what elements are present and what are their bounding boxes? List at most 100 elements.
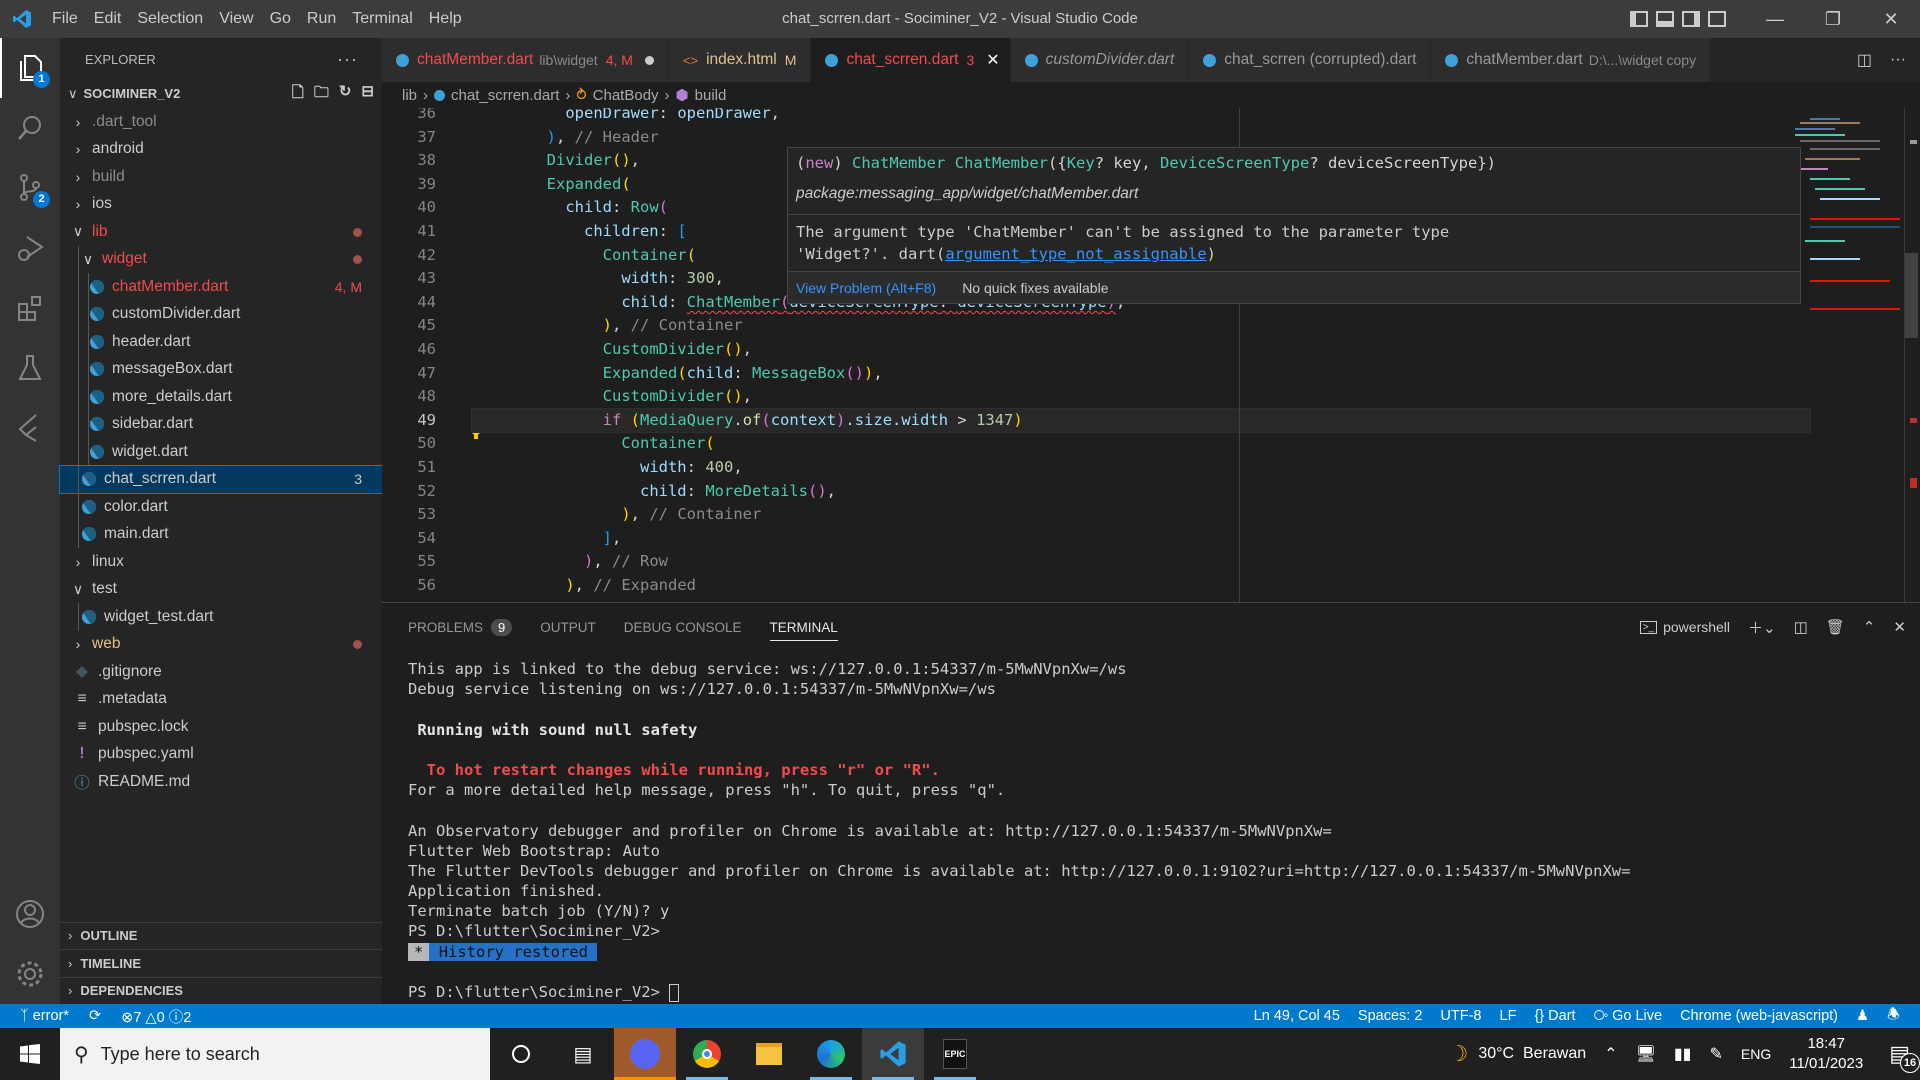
file-item[interactable]: header.dart: [60, 328, 382, 356]
breadcrumb-item[interactable]: ChatBody: [593, 87, 659, 104]
notification-center-button[interactable]: ▤ 16: [1889, 1041, 1920, 1073]
view-problem-link[interactable]: View Problem (Alt+F8): [796, 280, 936, 296]
indentation[interactable]: Spaces: 2: [1358, 1008, 1423, 1024]
new-file-icon[interactable]: 🗋: [292, 82, 304, 107]
section-dependencies[interactable]: › DEPENDENCIES: [60, 976, 382, 1005]
customize-layout-icon[interactable]: [1708, 11, 1726, 27]
taskbar-search-box[interactable]: ⚲ Type here to search: [60, 1028, 490, 1080]
editor-tab[interactable]: customDivider.dart: [1010, 38, 1190, 82]
minimize-button[interactable]: —: [1746, 0, 1804, 38]
dirty-dot-icon[interactable]: [644, 55, 654, 65]
workspace-root[interactable]: ∨ SOCIMINER_V2 🗋 🗀 ↻ ⊟: [60, 80, 382, 108]
flutter-device[interactable]: Chrome (web-javascript): [1680, 1008, 1838, 1024]
menu-selection[interactable]: Selection: [129, 0, 211, 38]
manage-button[interactable]: [0, 944, 60, 1004]
pen-icon[interactable]: ✎: [1709, 1044, 1722, 1064]
folder-item[interactable]: › .dart_tool: [60, 108, 382, 136]
menu-run[interactable]: Run: [299, 0, 344, 38]
start-button[interactable]: [0, 1028, 60, 1080]
end-of-line[interactable]: LF: [1500, 1008, 1517, 1024]
search-activity-button[interactable]: [0, 98, 60, 158]
task-view-button[interactable]: ▤: [552, 1028, 614, 1080]
breadcrumb-item[interactable]: chat_scrren.dart: [451, 87, 559, 104]
kill-terminal-icon[interactable]: 🗑: [1826, 618, 1845, 636]
source-control-activity-button[interactable]: 2: [0, 158, 60, 218]
explorer-activity-button[interactable]: 1: [0, 38, 60, 98]
battery-icon[interactable]: ▮▮: [1674, 1044, 1692, 1064]
chrome-taskbar-button[interactable]: [676, 1028, 738, 1080]
go-live-button[interactable]: ⧂ Go Live: [1594, 1008, 1663, 1024]
edge-taskbar-button[interactable]: [800, 1028, 862, 1080]
new-folder-icon[interactable]: 🗀: [314, 82, 329, 107]
folder-item[interactable]: ∨ lib: [60, 218, 382, 246]
folder-item[interactable]: › build: [60, 163, 382, 191]
folder-item[interactable]: › android: [60, 136, 382, 164]
folder-item[interactable]: › linux: [60, 548, 382, 576]
close-tab-icon[interactable]: ✕: [986, 50, 999, 70]
file-item[interactable]: ≡ pubspec.lock: [60, 713, 382, 741]
folder-item[interactable]: › web: [60, 631, 382, 659]
file-item[interactable]: widget_test.dart: [60, 603, 382, 631]
editor-scrollbar[interactable]: [1904, 108, 1918, 602]
toggle-secondary-sidebar-icon[interactable]: [1682, 11, 1700, 27]
panel-tab-terminal[interactable]: TERMINAL: [769, 603, 839, 651]
collapse-all-icon[interactable]: ⊟: [361, 82, 374, 107]
scrollbar-thumb[interactable]: [1905, 253, 1918, 338]
clock[interactable]: 18:47 11/01/2023: [1789, 1034, 1863, 1074]
editor-tab[interactable]: chat_scrren.dart 3 ✕: [811, 38, 1011, 82]
file-item[interactable]: ⓘ README.md: [60, 768, 382, 796]
refresh-icon[interactable]: ↻: [339, 82, 352, 107]
maximize-panel-icon[interactable]: ⌃: [1863, 618, 1876, 636]
new-terminal-icon[interactable]: ＋⌄: [1748, 617, 1776, 638]
file-item[interactable]: sidebar.dart: [60, 410, 382, 438]
close-panel-icon[interactable]: ✕: [1893, 618, 1906, 636]
editor-tab[interactable]: chat_scrren (corrupted).dart: [1189, 38, 1432, 82]
file-item[interactable]: widget.dart: [60, 438, 382, 466]
cursor-position[interactable]: Ln 49, Col 45: [1254, 1008, 1340, 1024]
encoding[interactable]: UTF-8: [1440, 1008, 1481, 1024]
minimap[interactable]: [1790, 108, 1910, 602]
section-outline[interactable]: › OUTLINE: [60, 921, 382, 950]
file-item[interactable]: ≡ .metadata: [60, 686, 382, 714]
panel-tab-problems[interactable]: PROBLEMS 9: [408, 603, 513, 651]
notifications-bell-icon[interactable]: 🕭: [1887, 1004, 1900, 1029]
restore-button[interactable]: ❐: [1804, 0, 1862, 38]
network-icon[interactable]: 🖥: [1636, 1044, 1656, 1064]
file-item[interactable]: main.dart: [60, 520, 382, 548]
terminal-shell-label[interactable]: >_ powershell: [1639, 619, 1730, 635]
folder-item[interactable]: ∨ test: [60, 576, 382, 604]
problems-indicator[interactable]: ⊗7 △0 ⓘ2: [121, 1006, 191, 1027]
error-code-link[interactable]: argument_type_not_assignable: [945, 245, 1206, 263]
sync-icon[interactable]: ⟳: [89, 1008, 101, 1024]
file-item[interactable]: customDivider.dart: [60, 300, 382, 328]
menu-edit[interactable]: Edit: [86, 0, 130, 38]
editor-tab[interactable]: chatMember.dart D:\...\widget copy: [1431, 38, 1712, 82]
file-item[interactable]: color.dart: [60, 493, 382, 521]
folder-item[interactable]: ∨ widget: [60, 245, 382, 273]
menu-help[interactable]: Help: [421, 0, 470, 38]
language-mode[interactable]: {} Dart: [1534, 1008, 1575, 1024]
folder-item[interactable]: › ios: [60, 191, 382, 219]
section-timeline[interactable]: › TIMELINE: [60, 949, 382, 977]
file-item[interactable]: messageBox.dart: [60, 355, 382, 383]
panel-tab-output[interactable]: OUTPUT: [540, 603, 596, 651]
vscode-taskbar-button[interactable]: [862, 1028, 924, 1080]
menu-go[interactable]: Go: [262, 0, 299, 38]
file-explorer-taskbar-button[interactable]: [738, 1028, 800, 1080]
editor-tab[interactable]: chatMember.dart lib\widget 4, M: [382, 38, 669, 82]
panel-tab-debug-console[interactable]: DEBUG CONSOLE: [624, 603, 742, 651]
menu-file[interactable]: File: [44, 0, 86, 38]
weather-widget[interactable]: ☽ 30°C Berawan: [1449, 1041, 1587, 1067]
toggle-primary-sidebar-icon[interactable]: [1630, 11, 1648, 27]
breadcrumb-item[interactable]: build: [695, 87, 727, 104]
accounts-button[interactable]: [0, 884, 60, 944]
editor-tab[interactable]: <> index.html M: [668, 38, 812, 82]
close-window-button[interactable]: ✕: [1862, 0, 1920, 38]
run-debug-activity-button[interactable]: [0, 218, 60, 278]
show-hidden-icons-chevron-icon[interactable]: ⌃: [1604, 1044, 1617, 1064]
file-item[interactable]: chatMember.dart 4, M: [60, 273, 382, 301]
flutter-activity-button[interactable]: [0, 398, 60, 458]
toggle-panel-icon[interactable]: [1656, 11, 1674, 27]
terminal[interactable]: This app is linked to the debug service:…: [382, 651, 1920, 1002]
file-item[interactable]: ◆ .gitignore: [60, 658, 382, 686]
